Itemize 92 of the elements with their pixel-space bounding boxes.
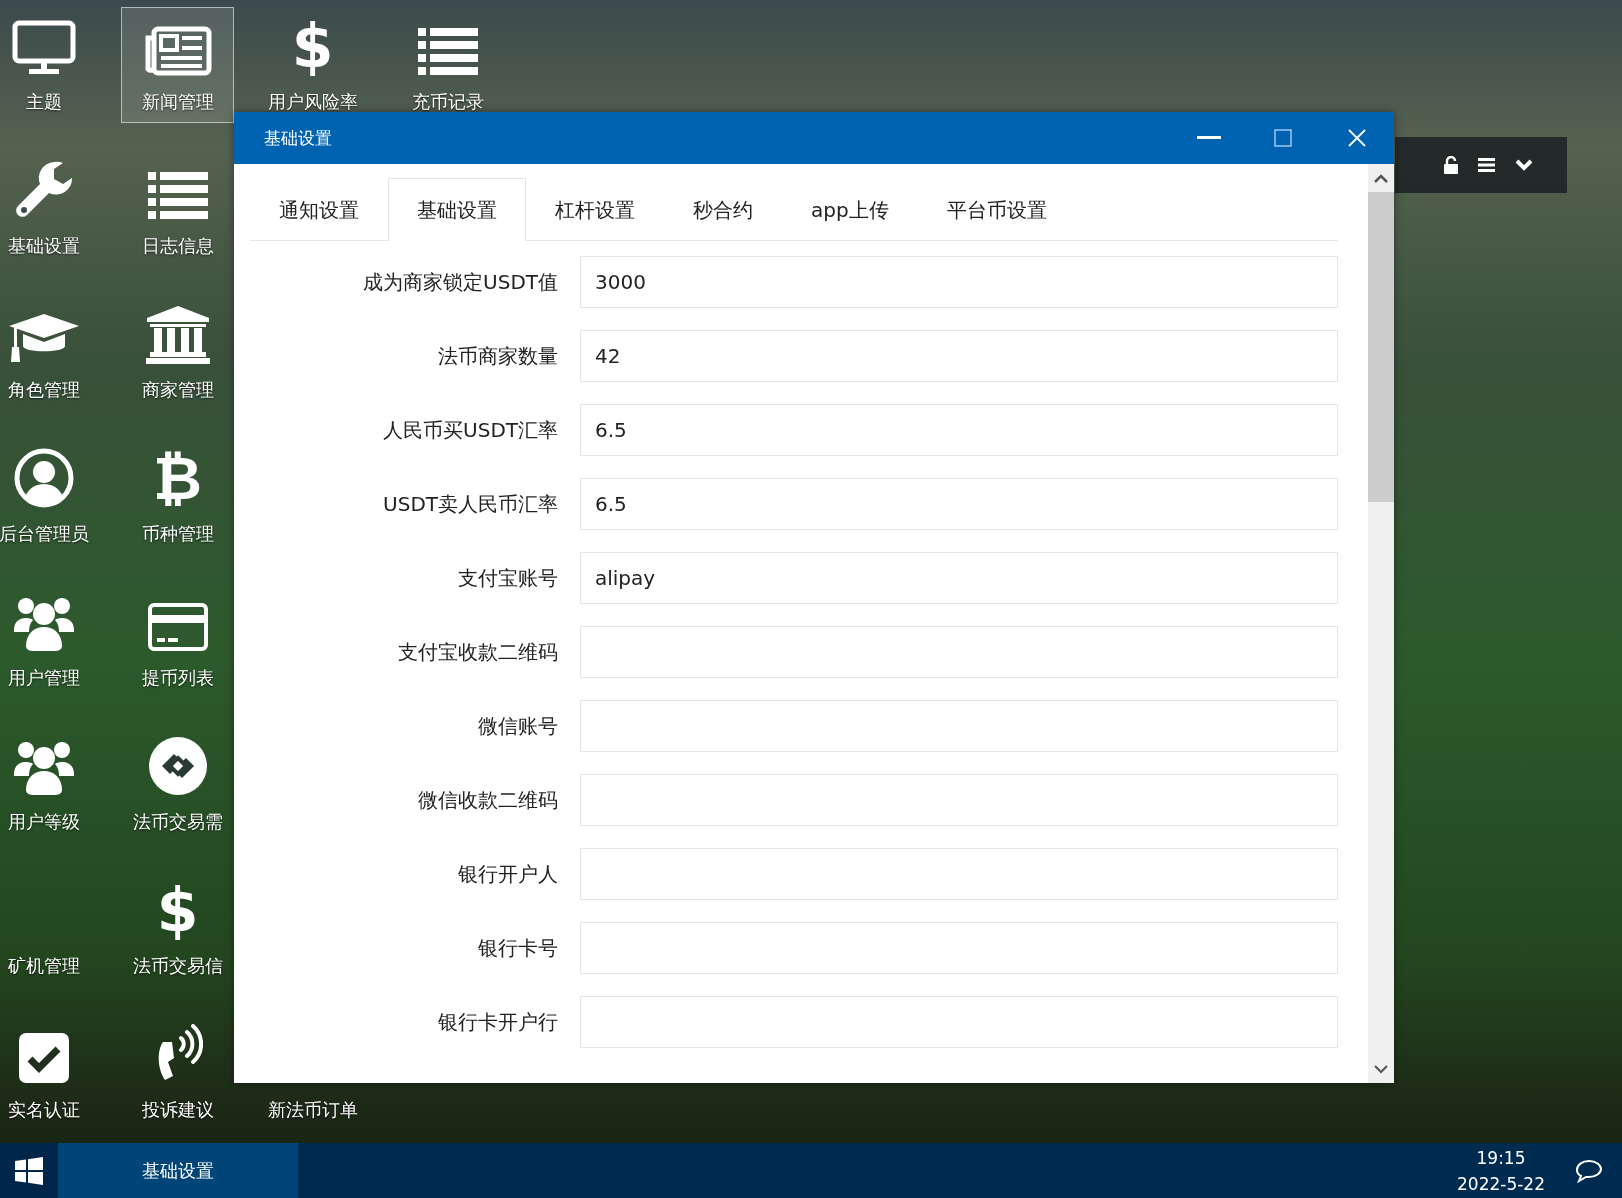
scrollbar-thumb[interactable] xyxy=(1368,192,1394,502)
desktop-icon-label: 主题 xyxy=(25,90,62,114)
desktop-icon[interactable]: 用户等级 xyxy=(0,727,100,843)
input-field[interactable]: 3000 xyxy=(580,256,1338,308)
input-field[interactable]: 6.5 xyxy=(580,478,1338,530)
wrench-icon xyxy=(13,160,74,220)
desktop-icon[interactable]: 新法币订单 xyxy=(256,1091,369,1131)
list-icon xyxy=(147,172,208,220)
dollar-icon: $ xyxy=(156,880,199,940)
close-icon xyxy=(1348,129,1366,147)
desktop-icon-label: 实名认证 xyxy=(7,1098,80,1122)
taskbar-item[interactable]: 基础设置 xyxy=(58,1143,298,1198)
desktop-icon-label: 用户风险率 xyxy=(267,90,358,114)
tab[interactable]: 秒合约 xyxy=(664,178,782,241)
input-field[interactable] xyxy=(580,922,1338,974)
input-field[interactable]: 42 xyxy=(580,330,1338,382)
desktop-icon-label: 用户管理 xyxy=(7,666,80,690)
field-label: 微信收款二维码 xyxy=(417,786,559,814)
desktop-icon-label: 角色管理 xyxy=(7,378,80,402)
menu-icon[interactable] xyxy=(1478,158,1495,172)
tab[interactable]: app上传 xyxy=(782,178,918,241)
input-field[interactable]: 6.5 xyxy=(580,404,1338,456)
desktop-icon[interactable]: 用户管理 xyxy=(0,583,100,699)
desktop-icon-label: 提币列表 xyxy=(141,666,214,690)
desktop-icon[interactable]: 角色管理 xyxy=(0,295,100,411)
chevron-down-icon[interactable] xyxy=(1515,159,1533,171)
unlock-icon[interactable] xyxy=(1444,156,1458,174)
field-label: 银行卡号 xyxy=(477,934,559,962)
desktop-icon[interactable]: 主题 xyxy=(0,7,100,123)
desktop-icon-label: 商家管理 xyxy=(141,378,214,402)
user-icon xyxy=(13,448,74,508)
chat-bubble-icon xyxy=(1575,1158,1603,1183)
dollar-icon: $ xyxy=(291,16,334,76)
desktop-icon-label: 币种管理 xyxy=(141,522,214,546)
desktop-icon-label: 法币交易信 xyxy=(132,954,223,978)
tab[interactable]: 通知设置 xyxy=(250,178,388,241)
field-label: 支付宝账号 xyxy=(457,564,559,592)
desktop-icon-label: 矿机管理 xyxy=(7,954,80,978)
field-label: 银行卡开户行 xyxy=(437,1008,559,1036)
desktop-icon[interactable]: 基础设置 xyxy=(0,151,100,267)
input-field[interactable] xyxy=(580,996,1338,1048)
input-field[interactable] xyxy=(580,774,1338,826)
bank-icon xyxy=(145,306,210,364)
desktop-icon-label: 充币记录 xyxy=(411,90,484,114)
desktop-icon[interactable]: 充币记录 xyxy=(391,7,504,123)
card-icon xyxy=(146,602,209,652)
newspaper-icon xyxy=(143,26,212,76)
desktop-icon-label: 日志信息 xyxy=(141,234,214,258)
desktop-icon[interactable]: $ 法币交易信 xyxy=(121,871,234,987)
check-icon xyxy=(17,1032,70,1084)
list-icon xyxy=(417,28,478,76)
field-label: 成为商家锁定USDT值 xyxy=(362,268,559,296)
tab[interactable]: 杠杆设置 xyxy=(526,178,664,241)
desktop-icon[interactable]: 法币交易需 xyxy=(121,727,234,843)
field-label: 微信账号 xyxy=(477,712,559,740)
field-label: 人民币买USDT汇率 xyxy=(382,416,559,444)
tab[interactable]: 平台币设置 xyxy=(917,178,1076,241)
clock-date: 2022-5-22 xyxy=(1457,1172,1545,1196)
desktop-icon-label: 新法币订单 xyxy=(267,1098,358,1122)
field-label: 法币商家数量 xyxy=(437,342,559,370)
desktop-icon[interactable]: 新闻管理 xyxy=(121,7,234,123)
bitcoin-icon: ₿ xyxy=(153,448,202,508)
input-field[interactable] xyxy=(580,626,1338,678)
monitor-icon xyxy=(11,20,76,76)
field-label: 银行开户人 xyxy=(457,860,559,888)
maximize-icon xyxy=(1274,129,1292,147)
desktop-icon[interactable]: 商家管理 xyxy=(121,295,234,411)
scrollbar[interactable] xyxy=(1368,164,1394,1083)
field-label: USDT卖人民币汇率 xyxy=(382,490,559,518)
input-field[interactable] xyxy=(580,700,1338,752)
desktop-icon-label: 法币交易需 xyxy=(132,810,223,834)
field-label: 支付宝收款二维码 xyxy=(397,638,559,666)
tab[interactable]: 基础设置 xyxy=(388,178,526,241)
clock-time: 19:15 xyxy=(1476,1146,1526,1170)
clock[interactable]: 19:15 2022-5-22 xyxy=(1446,1143,1556,1198)
input-field[interactable] xyxy=(580,848,1338,900)
windows-logo-icon xyxy=(15,1156,43,1185)
desktop-icon[interactable]: ₿ 币种管理 xyxy=(121,439,234,555)
start-button[interactable] xyxy=(0,1143,58,1198)
desktop-icon-label: 新闻管理 xyxy=(141,90,214,114)
exchange-icon xyxy=(147,736,208,796)
desktop-icon[interactable]: 日志信息 xyxy=(121,151,234,267)
minimize-icon xyxy=(1197,136,1221,140)
desktop-icon-label: 用户等级 xyxy=(7,810,80,834)
desktop-icon[interactable]: 矿机管理 xyxy=(0,947,100,987)
desktop-icon-label: 基础设置 xyxy=(7,234,80,258)
desktop-icon[interactable]: 投诉建议 xyxy=(121,1015,234,1131)
input-field[interactable]: alipay xyxy=(580,552,1338,604)
window-title: 基础设置 xyxy=(264,126,333,150)
desktop-icon-label: 投诉建议 xyxy=(141,1098,214,1122)
desktop-icon[interactable]: 提币列表 xyxy=(121,583,234,699)
desktop-icon[interactable]: 实名认证 xyxy=(0,1015,100,1131)
